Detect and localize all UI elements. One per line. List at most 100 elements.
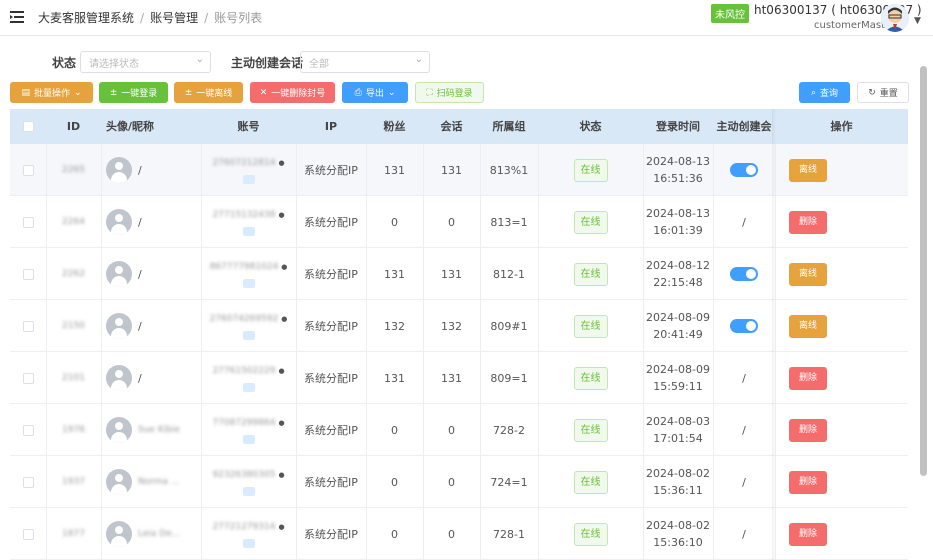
column-divider <box>201 248 202 300</box>
eye-icon[interactable]: ● <box>281 312 287 327</box>
status-tag: 在线 <box>573 366 608 390</box>
menu-fold-icon[interactable] <box>10 11 24 23</box>
cell-id: 2101 <box>46 352 101 404</box>
column-divider <box>296 404 297 456</box>
eye-icon[interactable]: ● <box>281 260 287 275</box>
column-divider <box>480 404 481 456</box>
reset-button[interactable]: ↻ 重置 <box>857 82 909 103</box>
breadcrumb-item-system[interactable]: 大麦客服管理系统 <box>38 11 134 25</box>
export-button[interactable]: ⎙ 导出 ⌄ <box>342 82 408 103</box>
login-time: 15:59:11 <box>653 380 703 393</box>
offline-button[interactable]: 离线 <box>789 158 828 182</box>
status-select[interactable]: 请选择状态 ⌄ <box>80 51 211 73</box>
vertical-scrollbar[interactable] <box>920 66 927 476</box>
row-checkbox[interactable] <box>22 372 34 384</box>
login-all-button[interactable]: ± 一键登录 <box>99 82 168 103</box>
auto-session-toggle[interactable] <box>730 319 758 333</box>
offline-button[interactable]: 离线 <box>789 262 828 286</box>
user-menu-caret-icon[interactable]: ▼ <box>914 16 921 26</box>
delete-button[interactable]: 删除 <box>789 470 828 494</box>
delete-button[interactable]: 删除 <box>789 418 828 442</box>
col-header-id[interactable]: ID <box>46 109 101 144</box>
row-account: 2776150222​9 <box>212 366 276 376</box>
column-divider <box>423 404 424 456</box>
col-header-login-time: 登录时间 <box>656 120 700 133</box>
delete-button[interactable]: 删除 <box>789 366 828 390</box>
eye-icon[interactable]: ● <box>278 364 284 379</box>
column-divider <box>423 196 424 248</box>
cell-auto-session <box>713 144 775 196</box>
column-divider <box>480 300 481 352</box>
column-divider <box>643 404 644 456</box>
column-divider <box>538 300 539 352</box>
eye-icon[interactable]: ● <box>278 520 284 535</box>
row-checkbox[interactable] <box>22 528 34 540</box>
column-divider <box>296 300 297 352</box>
row-sessions: 0 <box>448 475 455 489</box>
remove-banned-button[interactable]: ✕ 一键删除封号 <box>250 82 335 103</box>
row-fans: 0 <box>391 215 398 229</box>
row-checkbox[interactable] <box>22 476 34 488</box>
row-account: 8677779810​24 <box>209 262 279 272</box>
eye-icon[interactable]: ● <box>278 468 284 483</box>
column-divider <box>46 248 47 300</box>
breadcrumb-item-account-mgmt[interactable]: 账号管理 <box>150 11 198 25</box>
delete-button[interactable]: 删除 <box>789 210 828 234</box>
session-select[interactable]: 全部 ⌄ <box>300 51 430 73</box>
offline-button[interactable]: 离线 <box>789 314 828 338</box>
cell-sessions: 0 <box>423 456 480 508</box>
column-divider <box>46 196 47 248</box>
offline-all-button[interactable]: ± 一键离线 <box>174 82 243 103</box>
column-divider <box>201 404 202 456</box>
top-bar: 大麦客服管理系统 / 账号管理 / 账号列表 未风控 ht06300137 ( ht06… <box>0 0 933 36</box>
col-header-ip: IP <box>324 120 338 133</box>
col-header-status: 状态 <box>579 120 602 133</box>
cell-account: 7708729986​4 ● <box>201 404 296 456</box>
status-tag: 在线 <box>573 418 608 442</box>
cell-status: 在线 <box>538 508 643 560</box>
cell-status: 在线 <box>538 352 643 404</box>
row-checkbox[interactable] <box>22 164 34 176</box>
delete-button[interactable]: 删除 <box>789 522 828 546</box>
cell-fans: 131 <box>366 144 423 196</box>
eye-icon[interactable]: ● <box>278 156 284 171</box>
row-ip: 系统分配IP <box>304 371 358 385</box>
login-time: 22:15:48 <box>653 276 703 289</box>
eye-icon[interactable]: ● <box>278 416 284 431</box>
cell-ip: 系统分配IP <box>296 508 366 560</box>
eye-icon[interactable]: ● <box>278 208 284 223</box>
cell-auto-session: / <box>713 196 775 248</box>
select-all-checkbox[interactable] <box>10 109 46 144</box>
cell-auto-session <box>713 248 775 300</box>
auto-session-toggle[interactable] <box>730 267 758 281</box>
cell-id: 2150 <box>46 300 101 352</box>
cell-account: 8677779810​24 ● <box>201 248 296 300</box>
row-account: 2760742695​92 <box>209 314 279 324</box>
user-avatar[interactable] <box>881 4 909 32</box>
session-filter-label: 主动创建会话 <box>231 56 304 70</box>
column-divider <box>713 508 714 560</box>
auto-session-empty: / <box>742 475 746 489</box>
row-checkbox[interactable] <box>22 216 34 228</box>
column-divider <box>46 508 47 560</box>
column-divider <box>713 456 714 508</box>
auto-session-toggle[interactable] <box>730 163 758 177</box>
row-checkbox-cell <box>10 248 46 300</box>
row-checkbox[interactable] <box>22 320 34 332</box>
breadcrumb-item-account-list: 账号列表 <box>214 11 263 25</box>
row-sessions: 0 <box>448 423 455 437</box>
chevron-down-icon: ⌄ <box>73 87 82 98</box>
column-divider <box>296 352 297 404</box>
query-button[interactable]: ⌕ 查询 <box>799 82 850 103</box>
cell-id: 2265 <box>46 144 101 196</box>
cell-actions: 删除 <box>775 196 908 248</box>
scan-login-button[interactable]: ⛶ 扫码登录 <box>415 82 484 103</box>
batch-action-button[interactable]: ▤ 批量操作 ⌄ <box>10 82 93 103</box>
row-checkbox[interactable] <box>22 268 34 280</box>
column-divider <box>101 352 102 404</box>
row-checkbox[interactable] <box>22 424 34 436</box>
row-id: 1877 <box>62 528 85 539</box>
column-divider <box>366 352 367 404</box>
login-time: 15:36:11 <box>653 484 703 497</box>
column-divider <box>101 300 102 352</box>
